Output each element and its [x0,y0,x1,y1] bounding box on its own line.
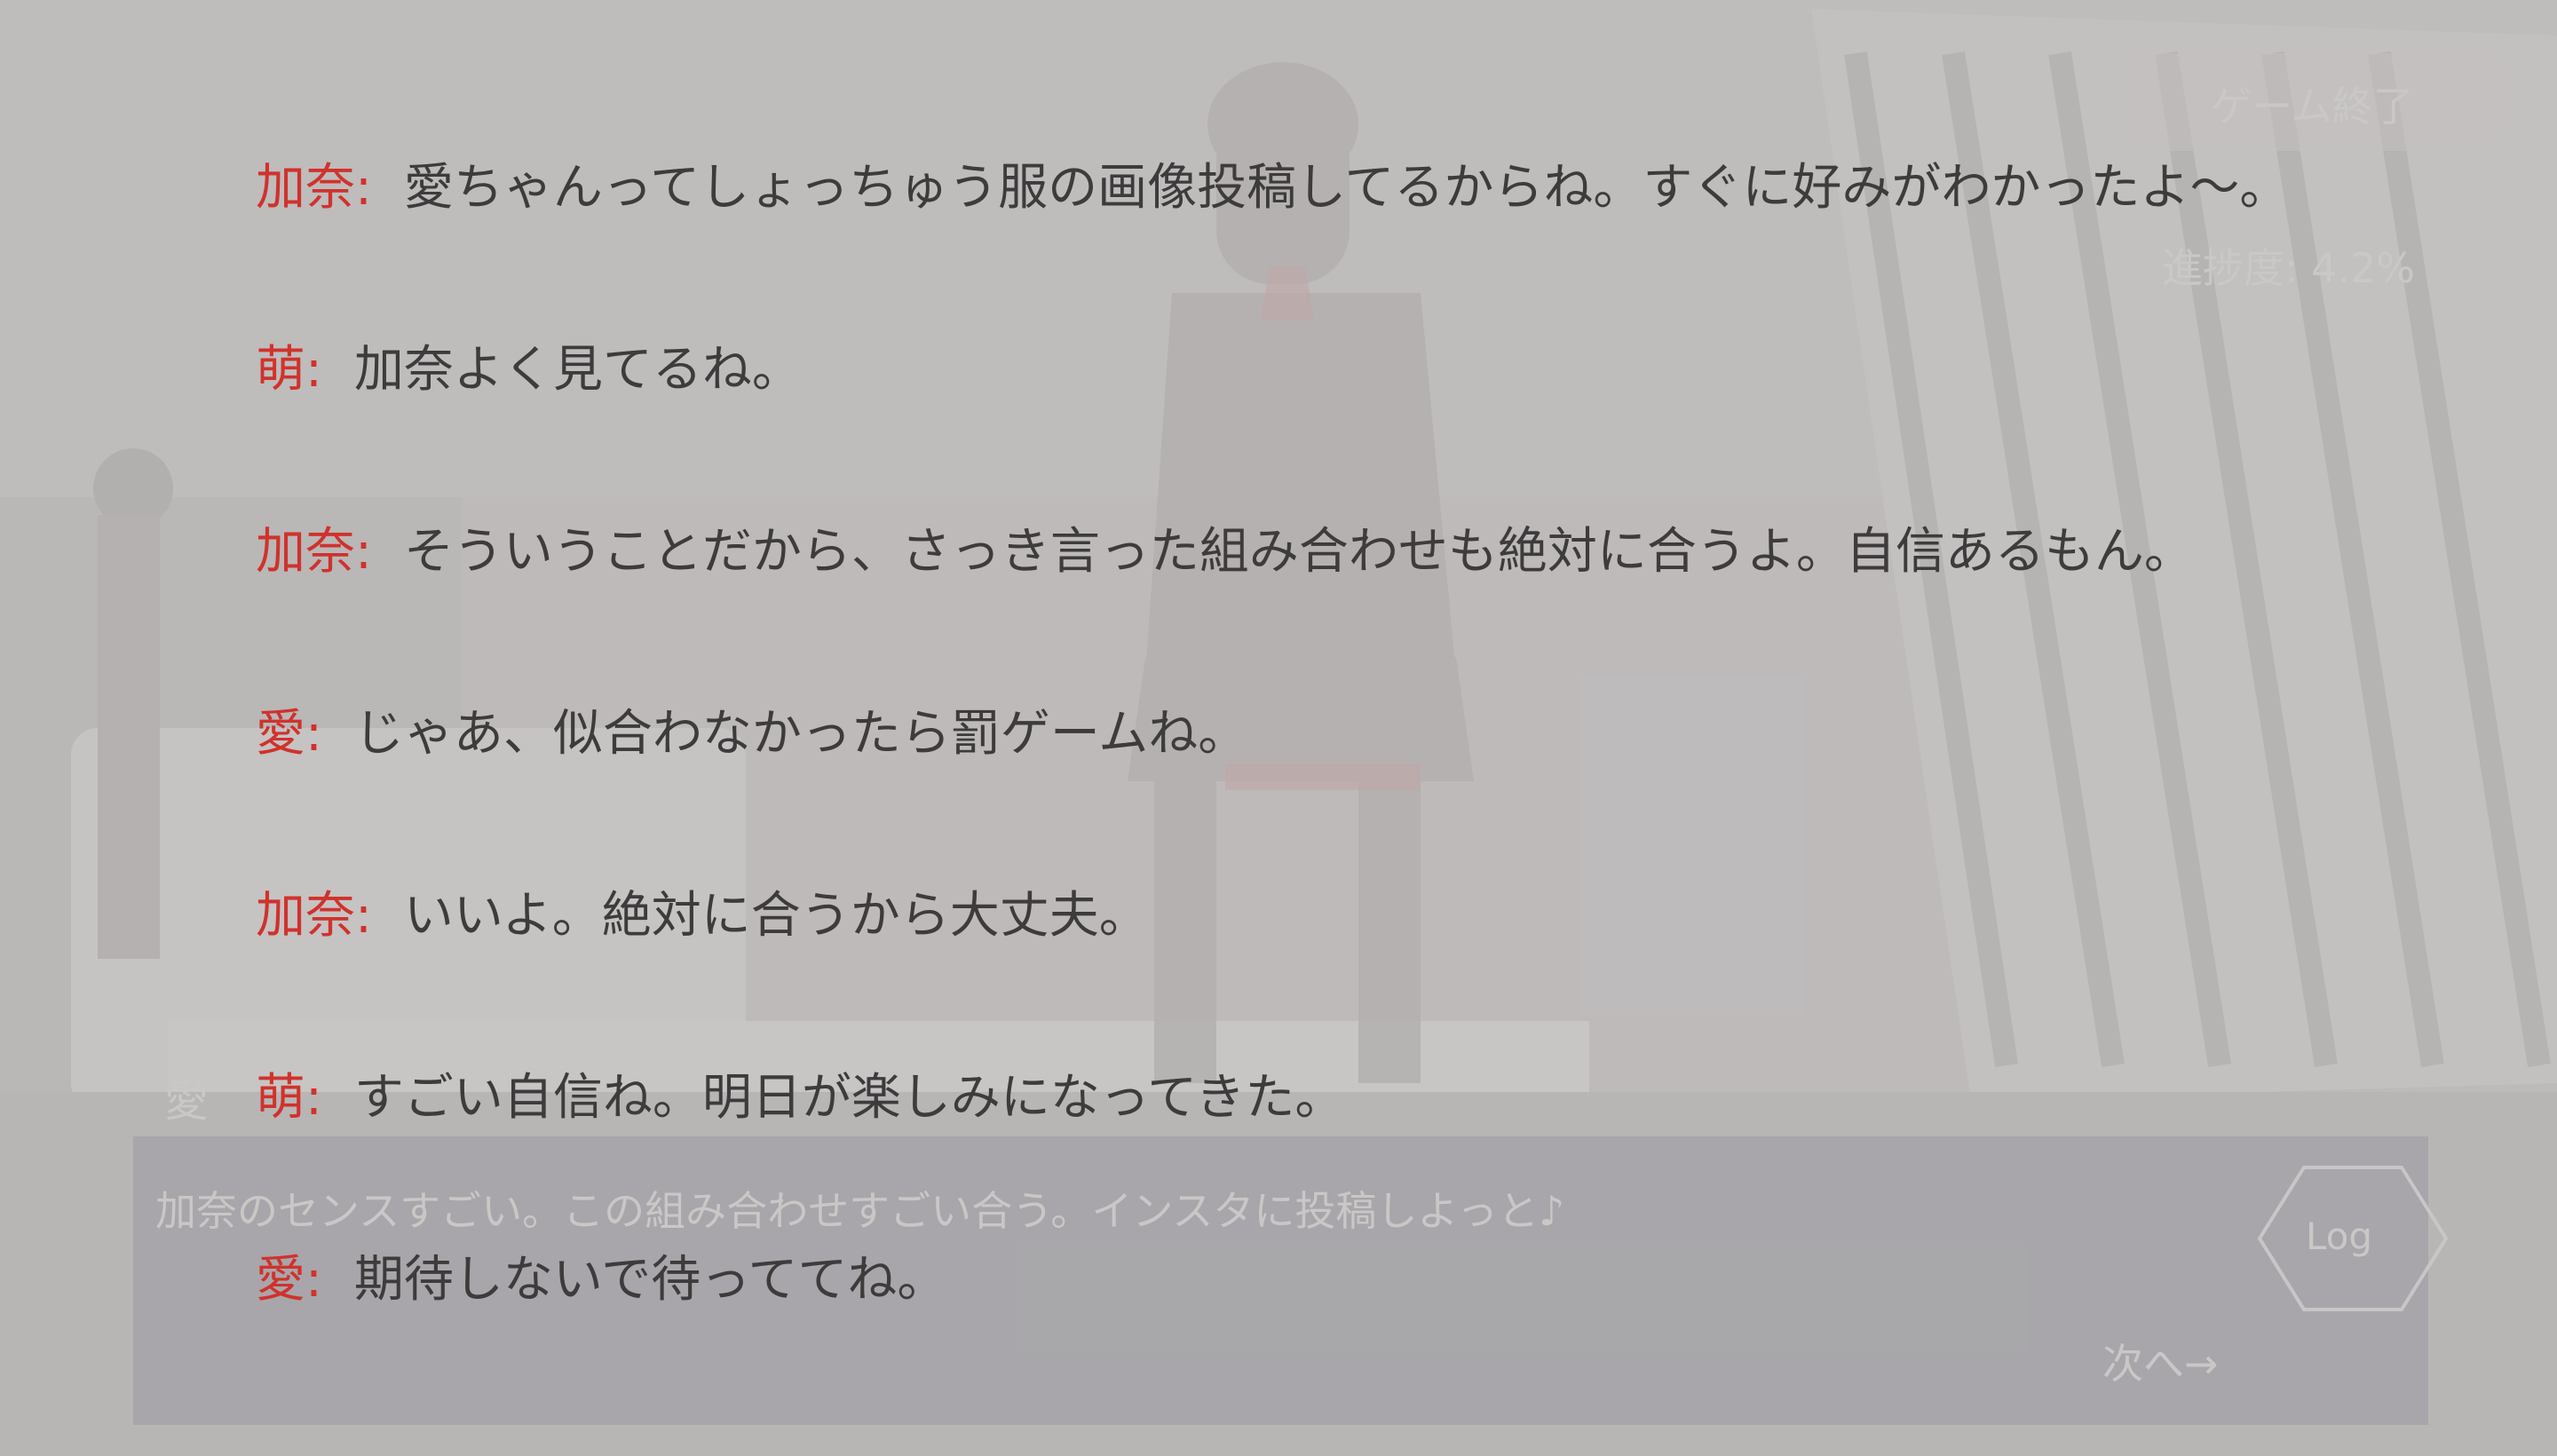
speaker-name: 加奈 [256,887,355,945]
dialog-line: そういうことだから、さっき言った組み合わせも絶対に合うよ。自信あるもん。 [403,523,2194,581]
backlog-entry: 加奈: 愛ちゃんってしょっちゅう服の画像投稿してるからね。すぐに好みがわかったよ〜… [256,153,2289,224]
speaker-colon: : [305,1069,322,1127]
speaker-name: 萌 [256,1069,305,1127]
speaker-name: 愛 [256,1251,305,1309]
dialog-line: 加奈よく見てるね。 [353,341,802,399]
dialog-line: じゃあ、似合わなかったら罰ゲームね。 [353,705,1248,763]
speaker-colon: : [305,705,322,763]
dialog-line: いいよ。絶対に合うから大丈夫。 [403,887,1149,945]
backlog-entry: 愛: じゃあ、似合わなかったら罰ゲームね。 [256,699,1247,770]
speaker-colon: : [355,887,372,945]
speaker-colon: : [355,523,372,581]
backlog-entry: 加奈: そういうことだから、さっき言った組み合わせも絶対に合うよ。自信あるもん。 [256,517,2194,588]
backlog-entry: 愛: 期待しないで待っててね。 [256,1245,946,1316]
speaker-colon: : [305,341,322,399]
speaker-colon: : [355,159,372,217]
dialog-line: 愛ちゃんってしょっちゅう服の画像投稿してるからね。すぐに好みがわかったよ〜。 [403,159,2290,217]
speaker-colon: : [305,1251,322,1309]
backlog-entry: 加奈: いいよ。絶対に合うから大丈夫。 [256,881,1149,952]
speaker-name: 加奈 [256,523,355,581]
speaker-name: 加奈 [256,159,355,217]
dialog-line: すごい自信ね。明日が楽しみになってきた。 [353,1069,1345,1127]
speaker-name: 萌 [256,341,305,399]
backlog-entry: 萌: すごい自信ね。明日が楽しみになってきた。 [256,1063,1344,1134]
backlog-entry: 萌: 加奈よく見てるね。 [256,335,802,406]
speaker-name: 愛 [256,705,305,763]
dialog-line: 期待しないで待っててね。 [353,1251,947,1309]
